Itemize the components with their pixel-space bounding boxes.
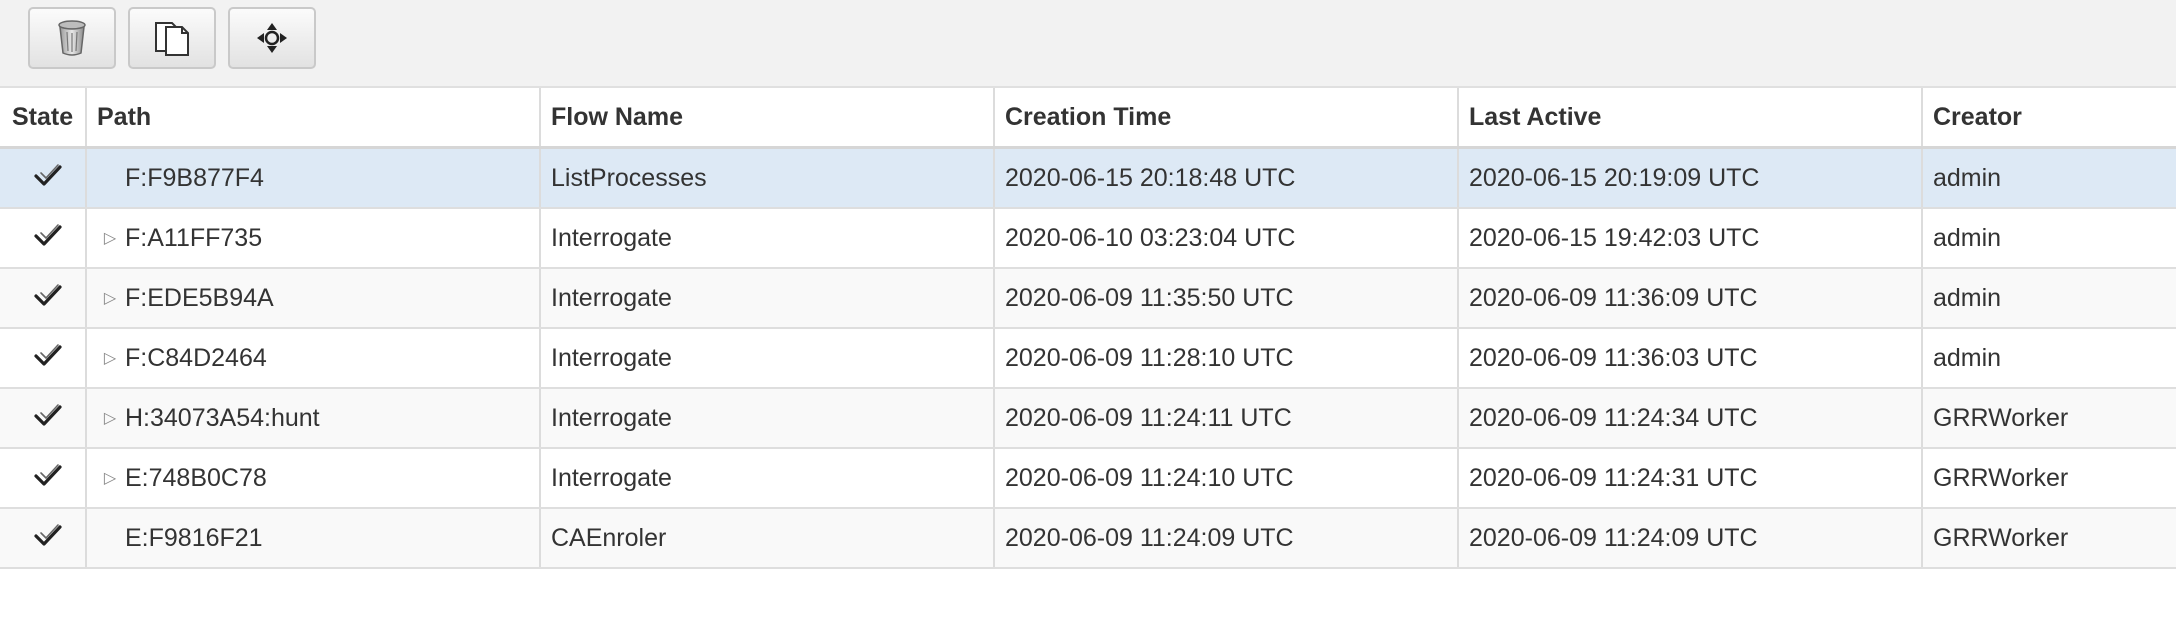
flow-name-cell: Interrogate <box>540 328 995 389</box>
last-active-cell: 2020-06-15 19:42:03 UTC <box>1458 208 1923 269</box>
toolbar <box>0 0 2176 88</box>
table-row[interactable]: ▷ F:A11FF735 Interrogate 2020-06-10 03:23:0… <box>0 208 2176 269</box>
creator-cell: GRRWorker <box>1922 448 2176 509</box>
flow-name-cell: Interrogate <box>540 388 995 449</box>
creation-time-cell: 2020-06-09 11:24:10 UTC <box>994 448 1459 509</box>
state-cell <box>0 268 87 329</box>
check-icon <box>33 223 63 253</box>
column-header-last-active[interactable]: Last Active <box>1458 88 1923 149</box>
expand-triangle-icon[interactable]: ▷ <box>97 408 123 428</box>
flows-table: State Path Flow Name Creation Time Last … <box>0 88 2176 569</box>
creation-time-cell: 2020-06-09 11:35:50 UTC <box>994 268 1459 329</box>
creator-cell: admin <box>1922 147 2176 209</box>
creation-time-cell: 2020-06-10 03:23:04 UTC <box>994 208 1459 269</box>
path-cell: E:F9816F21 <box>86 508 541 569</box>
expand-triangle-icon[interactable]: ▷ <box>97 228 123 248</box>
expand-triangle-icon[interactable]: ▷ <box>97 348 123 368</box>
move-button[interactable] <box>228 7 316 69</box>
state-cell <box>0 147 87 209</box>
column-header-path[interactable]: Path <box>86 88 541 149</box>
creation-time-cell: 2020-06-09 11:28:10 UTC <box>994 328 1459 389</box>
state-cell <box>0 508 87 569</box>
table-row[interactable]: ▷ H:34073A54:hunt Interrogate 2020-06-09 11… <box>0 388 2176 449</box>
check-icon <box>33 283 63 313</box>
table-row[interactable]: ▷ E:748B0C78 Interrogate 2020-06-09 11:24:1… <box>0 448 2176 509</box>
last-active-cell: 2020-06-09 11:24:09 UTC <box>1458 508 1923 569</box>
creator-cell: admin <box>1922 208 2176 269</box>
creation-time-cell: 2020-06-09 11:24:11 UTC <box>994 388 1459 449</box>
flow-name-cell: CAEnroler <box>540 508 995 569</box>
table-row[interactable]: E:F9816F21 CAEnroler 2020-06-09 11:24:09 U… <box>0 508 2176 569</box>
check-icon <box>33 463 63 493</box>
expand-triangle-icon[interactable]: ▷ <box>97 468 123 488</box>
creator-cell: GRRWorker <box>1922 388 2176 449</box>
creation-time-cell: 2020-06-09 11:24:09 UTC <box>994 508 1459 569</box>
path-text: F:F9B877F4 <box>125 163 264 192</box>
table-header-row: State Path Flow Name Creation Time Last … <box>0 88 2176 149</box>
expand-triangle-icon[interactable]: ▷ <box>97 288 123 308</box>
path-cell: ▷ E:748B0C78 <box>86 448 541 509</box>
table-row[interactable]: ▷ F:EDE5B94A Interrogate 2020-06-09 11:35:5… <box>0 268 2176 329</box>
copy-icon <box>152 17 192 59</box>
last-active-cell: 2020-06-15 20:19:09 UTC <box>1458 147 1923 209</box>
path-text: E:F9816F21 <box>125 523 263 552</box>
path-text: E:748B0C78 <box>125 463 267 492</box>
state-cell <box>0 448 87 509</box>
delete-button[interactable] <box>28 7 116 69</box>
path-cell: ▷ H:34073A54:hunt <box>86 388 541 449</box>
check-icon <box>33 163 63 193</box>
column-header-creator[interactable]: Creator <box>1922 88 2176 149</box>
move-icon <box>254 20 290 56</box>
creation-time-cell: 2020-06-15 20:18:48 UTC <box>994 147 1459 209</box>
check-icon <box>33 343 63 373</box>
state-cell <box>0 208 87 269</box>
last-active-cell: 2020-06-09 11:36:09 UTC <box>1458 268 1923 329</box>
column-header-state[interactable]: State <box>0 88 87 149</box>
flow-name-cell: Interrogate <box>540 208 995 269</box>
state-cell <box>0 328 87 389</box>
path-text: F:C84D2464 <box>125 343 267 372</box>
path-text: F:A11FF735 <box>125 223 263 252</box>
path-cell: F:F9B877F4 <box>86 147 541 209</box>
path-cell: ▷ F:A11FF735 <box>86 208 541 269</box>
last-active-cell: 2020-06-09 11:36:03 UTC <box>1458 328 1923 389</box>
creator-cell: GRRWorker <box>1922 508 2176 569</box>
creator-cell: admin <box>1922 328 2176 389</box>
path-text: F:EDE5B94A <box>125 283 274 312</box>
column-header-creation-time[interactable]: Creation Time <box>994 88 1459 149</box>
trash-icon <box>55 18 89 58</box>
table-row[interactable]: F:F9B877F4 ListProcesses 2020-06-15 20:18:… <box>0 147 2176 209</box>
path-text: H:34073A54:hunt <box>125 403 320 432</box>
flow-name-cell: Interrogate <box>540 268 995 329</box>
flow-name-cell: ListProcesses <box>540 147 995 209</box>
table-row[interactable]: ▷ F:C84D2464 Interrogate 2020-06-09 11:28:1… <box>0 328 2176 389</box>
last-active-cell: 2020-06-09 11:24:34 UTC <box>1458 388 1923 449</box>
flow-name-cell: Interrogate <box>540 448 995 509</box>
last-active-cell: 2020-06-09 11:24:31 UTC <box>1458 448 1923 509</box>
column-header-flow-name[interactable]: Flow Name <box>540 88 995 149</box>
check-icon <box>33 523 63 553</box>
copy-button[interactable] <box>128 7 216 69</box>
path-cell: ▷ F:EDE5B94A <box>86 268 541 329</box>
creator-cell: admin <box>1922 268 2176 329</box>
state-cell <box>0 388 87 449</box>
path-cell: ▷ F:C84D2464 <box>86 328 541 389</box>
check-icon <box>33 403 63 433</box>
